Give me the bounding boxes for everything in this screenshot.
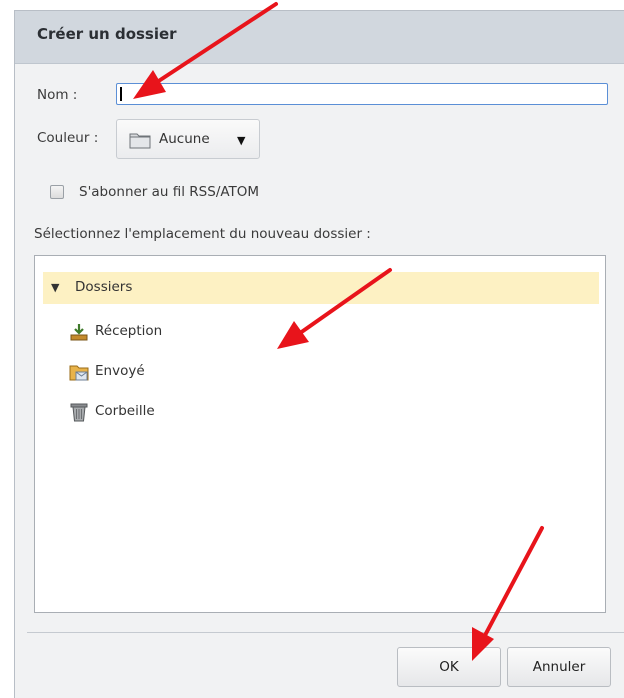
color-value: Aucune: [159, 131, 210, 147]
folder-name-input[interactable]: [116, 83, 608, 105]
tree-item-corbeille[interactable]: Corbeille: [69, 400, 269, 426]
tree-item-label: Corbeille: [95, 403, 155, 419]
chevron-down-icon: ▼: [237, 134, 246, 147]
folder-tree: ▼ Dossiers Réception Envoyé Corbeille: [34, 255, 606, 613]
trash-icon: [70, 403, 88, 422]
expand-triangle-icon[interactable]: ▼: [51, 281, 59, 294]
tree-item-reception[interactable]: Réception: [69, 320, 269, 346]
tree-item-envoye[interactable]: Envoyé: [69, 360, 269, 386]
dialog-titlebar[interactable]: Créer un dossier: [15, 11, 624, 64]
create-folder-dialog: Créer un dossier Nom : Couleur : Aucune …: [14, 10, 624, 698]
subscribe-rss-label: S'abonner au fil RSS/ATOM: [79, 184, 260, 200]
tree-item-label: Réception: [95, 323, 163, 339]
color-dropdown[interactable]: Aucune ▼: [116, 119, 260, 159]
tree-item-label: Envoyé: [95, 363, 145, 379]
footer-divider: [27, 632, 624, 633]
tree-root-dossiers[interactable]: ▼ Dossiers: [43, 272, 599, 304]
sent-folder-icon: [69, 365, 89, 381]
location-label: Sélectionnez l'emplacement du nouveau do…: [34, 226, 371, 242]
text-cursor: [120, 87, 122, 101]
subscribe-rss-checkbox[interactable]: [50, 185, 64, 199]
color-label: Couleur :: [37, 130, 99, 146]
dialog-title: Créer un dossier: [37, 25, 177, 43]
ok-button[interactable]: OK: [397, 647, 501, 687]
cancel-button[interactable]: Annuler: [507, 647, 611, 687]
name-label: Nom :: [37, 87, 78, 103]
tree-root-label: Dossiers: [75, 279, 133, 295]
folder-color-icon: [129, 133, 151, 149]
inbox-download-icon: [70, 324, 88, 341]
